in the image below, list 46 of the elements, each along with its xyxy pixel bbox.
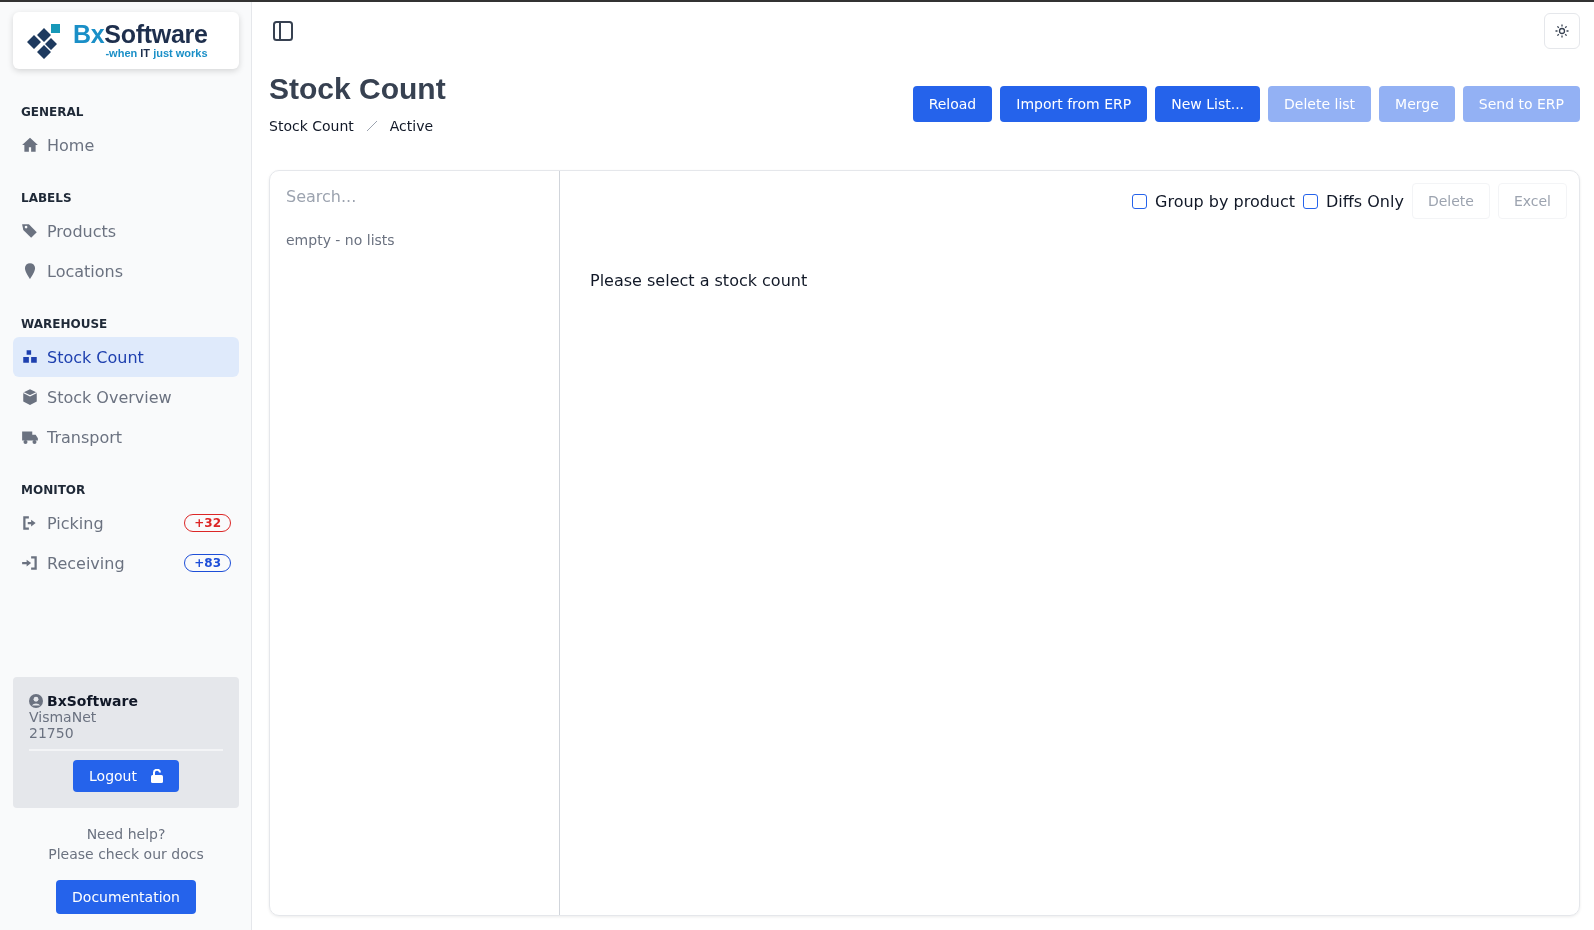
search-field[interactable]: Search... xyxy=(286,183,543,210)
nav-icon xyxy=(21,428,39,446)
account-number: 21750 xyxy=(29,725,75,741)
help-text: Need help? xyxy=(85,825,167,844)
sidebar-panel-icon xyxy=(272,20,294,42)
action-button[interactable]: Reload xyxy=(912,86,993,122)
nav-item[interactable]: Receiving +83 xyxy=(13,543,239,583)
breadcrumb-item: Active xyxy=(389,118,434,134)
logo-tagline: -when IT just works xyxy=(104,47,208,59)
nav-icon xyxy=(21,222,39,240)
section-heading: WAREHOUSE xyxy=(21,317,109,331)
empty-state-message: Please select a stock count xyxy=(590,271,809,290)
nav-item[interactable]: Transport xyxy=(13,417,239,457)
nav-item[interactable]: Locations xyxy=(13,251,239,291)
nav-icon xyxy=(21,348,39,366)
nav-item[interactable]: Picking +32 xyxy=(13,503,239,543)
nav-icon xyxy=(21,554,39,572)
action-button[interactable]: Import from ERP xyxy=(1000,86,1148,122)
page-title: Stock Count xyxy=(269,72,446,106)
logo-title: BxSoftware xyxy=(73,22,208,47)
documentation-button[interactable]: Documentation xyxy=(56,880,196,914)
nav-item[interactable]: Stock Count xyxy=(13,337,239,377)
account-system: VismaNet xyxy=(29,709,98,725)
section-heading: MONITOR xyxy=(21,483,87,497)
action-button[interactable]: New List... xyxy=(1155,86,1261,122)
help-text: Please check our docs xyxy=(47,845,205,864)
nav-icon xyxy=(21,136,39,154)
section-heading: LABELS xyxy=(21,191,73,205)
empty-list-text: empty - no lists xyxy=(286,232,396,248)
checkbox-label: Group by product xyxy=(1155,191,1296,211)
nav-icon xyxy=(21,388,39,406)
breadcrumb-item[interactable]: Stock Count xyxy=(269,118,354,134)
sun-icon xyxy=(1555,24,1569,38)
nav-item[interactable]: Stock Overview xyxy=(13,377,239,417)
account-name: BxSoftware xyxy=(47,693,138,709)
checkbox[interactable] xyxy=(1132,193,1147,209)
user-icon xyxy=(29,694,43,708)
breadcrumb-separator-icon xyxy=(365,120,378,132)
checkbox-label: Diffs Only xyxy=(1326,191,1404,211)
logout-button[interactable]: Logout xyxy=(73,760,179,792)
unlock-icon xyxy=(150,769,163,783)
nav-item[interactable]: Products xyxy=(13,211,239,251)
section-heading: GENERAL xyxy=(21,105,85,119)
nav-item[interactable]: Home xyxy=(13,125,239,165)
checkbox[interactable] xyxy=(1303,193,1319,209)
theme-button[interactable] xyxy=(1544,13,1580,49)
